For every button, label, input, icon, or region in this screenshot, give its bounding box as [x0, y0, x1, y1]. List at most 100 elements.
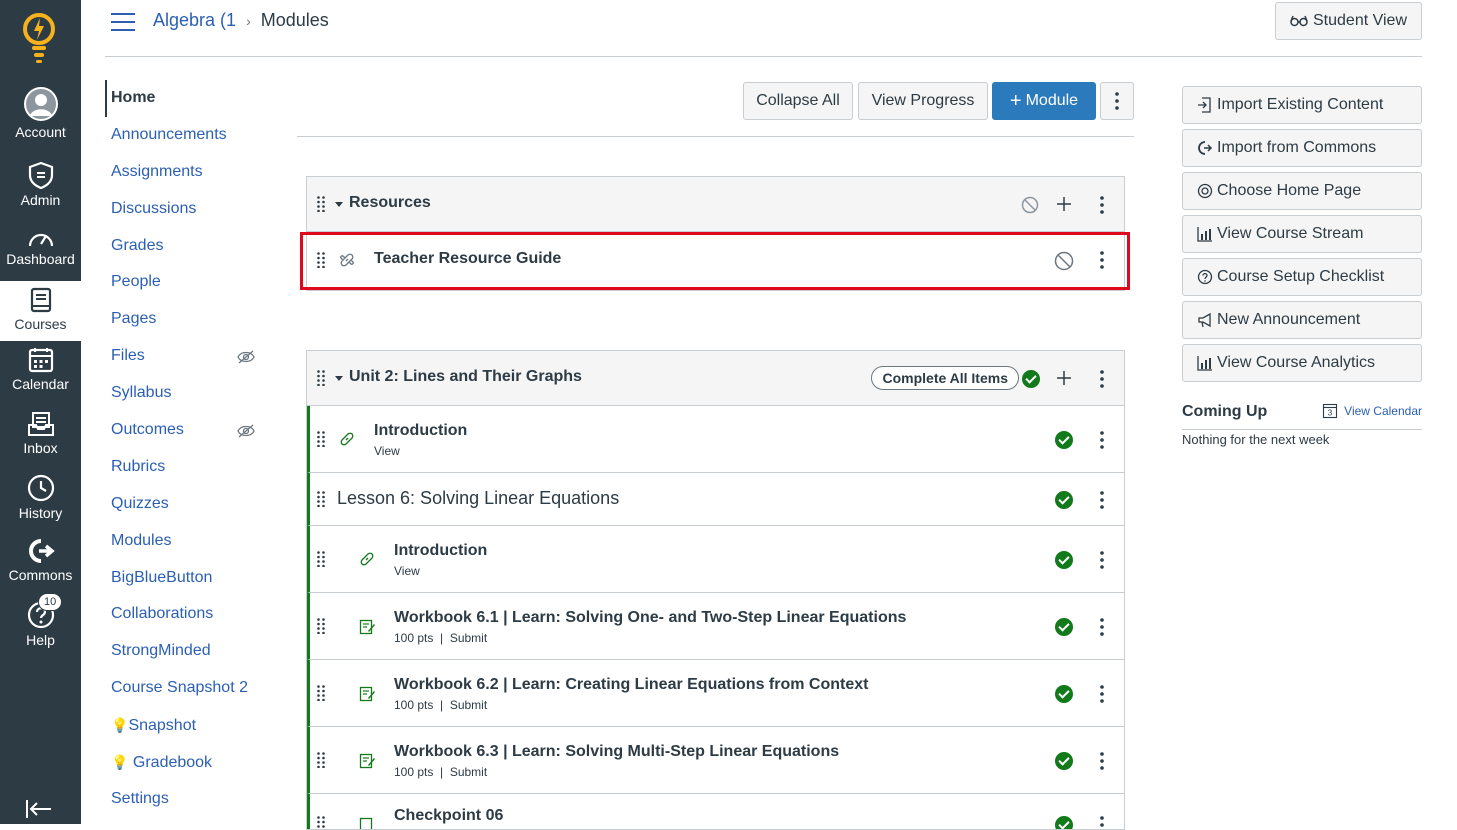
course-nav-modules[interactable]: Modules [105, 523, 265, 560]
published-check-icon[interactable] [1055, 685, 1073, 703]
module-item[interactable]: Checkpoint 06 [307, 794, 1124, 830]
item-title-link[interactable]: Introduction [394, 542, 487, 560]
course-setup-checklist-button[interactable]: Course Setup Checklist [1182, 258, 1422, 296]
add-item-icon[interactable] [1057, 371, 1071, 385]
gnav-commons[interactable]: Commons [0, 538, 81, 590]
module-item[interactable]: Workbook 6.3 | Learn: Solving Multi-Step… [307, 727, 1124, 794]
add-item-icon[interactable] [1057, 197, 1071, 211]
assignment-icon [359, 618, 376, 635]
course-nav-course-snapshot[interactable]: Course Snapshot 2 [105, 670, 265, 707]
kebab-icon[interactable] [1100, 618, 1104, 636]
gnav-account[interactable]: Account [0, 87, 81, 147]
gnav-inbox[interactable]: Inbox [0, 411, 81, 463]
drag-handle-icon[interactable] [317, 685, 325, 701]
course-nav-settings[interactable]: Settings [105, 781, 265, 818]
kebab-icon[interactable] [1100, 196, 1104, 214]
unpublished-icon[interactable] [1021, 196, 1039, 214]
course-nav-discussions[interactable]: Discussions [105, 191, 265, 228]
view-course-stream-button[interactable]: View Course Stream [1182, 215, 1422, 253]
drag-handle-icon[interactable] [317, 431, 325, 447]
item-title-link[interactable]: Introduction [374, 422, 467, 440]
commons-icon [1197, 140, 1213, 156]
published-check-icon[interactable] [1022, 370, 1040, 388]
module-header[interactable]: Resources [307, 177, 1124, 232]
kebab-icon[interactable] [1100, 370, 1104, 388]
drag-handle-icon[interactable] [317, 816, 325, 830]
import-from-commons-button[interactable]: Import from Commons [1182, 129, 1422, 167]
item-title-link[interactable]: Workbook 6.1 | Learn: Solving One- and T… [394, 609, 906, 627]
view-course-analytics-button[interactable]: View Course Analytics [1182, 344, 1422, 382]
gnav-admin[interactable]: Admin [0, 161, 81, 213]
lightbulb-icon: 💡 [111, 717, 128, 733]
course-nav-people[interactable]: People [105, 264, 265, 301]
published-check-icon[interactable] [1055, 551, 1073, 569]
course-nav-announcements[interactable]: Announcements [105, 117, 265, 154]
published-check-icon[interactable] [1055, 618, 1073, 636]
kebab-icon[interactable] [1100, 752, 1104, 770]
gnav-calendar[interactable]: Calendar [0, 347, 81, 399]
module-item[interactable]: Workbook 6.1 | Learn: Solving One- and T… [307, 593, 1124, 660]
completion-requirement-pill: Complete All Items [871, 366, 1019, 390]
student-view-button[interactable]: Student View [1275, 2, 1422, 40]
calendar-icon [28, 347, 54, 373]
drag-handle-icon[interactable] [317, 618, 325, 634]
kebab-icon[interactable] [1100, 431, 1104, 449]
kebab-icon[interactable] [1100, 491, 1104, 509]
kebab-icon[interactable] [1100, 551, 1104, 569]
published-check-icon[interactable] [1055, 816, 1073, 830]
course-nav-quizzes[interactable]: Quizzes [105, 486, 265, 523]
module-item[interactable]: Introduction View [307, 526, 1124, 593]
drag-handle-icon[interactable] [317, 752, 325, 768]
course-nav-assignments[interactable]: Assignments [105, 154, 265, 191]
add-module-button[interactable]: + Module [992, 82, 1096, 120]
collapse-caret-icon[interactable] [335, 202, 343, 207]
kebab-icon[interactable] [1100, 816, 1104, 830]
item-title-link[interactable]: Workbook 6.2 | Learn: Creating Linear Eq… [394, 676, 868, 694]
collapse-caret-icon[interactable] [335, 376, 343, 381]
collapse-nav-button[interactable] [25, 798, 53, 825]
hamburger-menu-button[interactable] [111, 13, 135, 36]
published-check-icon[interactable] [1055, 491, 1073, 509]
gnav-history[interactable]: History [0, 474, 81, 526]
course-nav-grades[interactable]: Grades [105, 228, 265, 265]
item-title-link[interactable]: Workbook 6.3 | Learn: Solving Multi-Step… [394, 743, 839, 761]
course-nav-gradebook[interactable]: 💡 Gradebook [105, 744, 265, 781]
course-nav-home[interactable]: Home [105, 80, 265, 117]
assignment-icon [359, 685, 376, 702]
logo[interactable] [23, 12, 55, 69]
collapse-all-button[interactable]: Collapse All [743, 82, 853, 120]
gnav-dashboard[interactable]: Dashboard [0, 228, 81, 276]
drag-handle-icon[interactable] [317, 551, 325, 567]
course-nav-outcomes[interactable]: Outcomes [105, 412, 265, 449]
published-check-icon[interactable] [1055, 752, 1073, 770]
breadcrumb-course-link[interactable]: Algebra (1 [153, 10, 236, 31]
help-badge: 10 [38, 593, 62, 611]
item-title-link[interactable]: Checkpoint 06 [394, 807, 503, 825]
course-nav-snapshot[interactable]: 💡Snapshot [105, 707, 265, 744]
published-check-icon[interactable] [1055, 431, 1073, 449]
course-nav-strongminded[interactable]: StrongMinded [105, 633, 265, 670]
course-nav-rubrics[interactable]: Rubrics [105, 449, 265, 486]
module-item[interactable]: Introduction View [307, 406, 1124, 473]
gnav-label: Account [15, 124, 66, 140]
toolbar-more-button[interactable] [1100, 82, 1134, 120]
new-announcement-button[interactable]: New Announcement [1182, 301, 1422, 339]
drag-handle-icon[interactable] [317, 370, 325, 386]
import-existing-content-button[interactable]: Import Existing Content [1182, 86, 1422, 124]
course-nav-files[interactable]: Files [105, 338, 265, 375]
drag-handle-icon[interactable] [317, 491, 325, 507]
gnav-help[interactable]: 10 Help [0, 601, 81, 653]
student-view-label: Student View [1313, 12, 1407, 30]
choose-home-page-button[interactable]: Choose Home Page [1182, 172, 1422, 210]
drag-handle-icon[interactable] [317, 196, 325, 212]
course-nav-syllabus[interactable]: Syllabus [105, 375, 265, 412]
module-header[interactable]: Unit 2: Lines and Their Graphs Complete … [307, 351, 1124, 406]
kebab-icon[interactable] [1100, 685, 1104, 703]
gnav-courses[interactable]: Courses [0, 281, 81, 341]
course-nav-bigbluebutton[interactable]: BigBlueButton [105, 560, 265, 597]
view-progress-button[interactable]: View Progress [858, 82, 988, 120]
module-item[interactable]: Workbook 6.2 | Learn: Creating Linear Eq… [307, 660, 1124, 727]
course-nav-collaborations[interactable]: Collaborations [105, 596, 265, 633]
course-nav-pages[interactable]: Pages [105, 301, 265, 338]
view-calendar-link[interactable]: 3 View Calendar [1322, 402, 1422, 419]
